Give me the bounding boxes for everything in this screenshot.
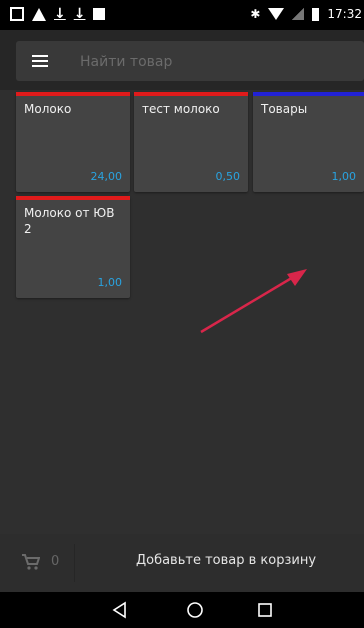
product-price: 24,00 [90,170,123,183]
product-name: тест молоко [142,102,220,116]
cart-hint: Добавьте товар в корзину [135,553,317,568]
product-price: 0,50 [215,170,241,183]
search-area [0,30,364,90]
product-color-bar [16,92,130,96]
arrow-head [287,269,307,286]
search-input[interactable] [78,51,352,73]
battery-icon [312,7,320,21]
product-color-bar [253,92,364,96]
annotation-arrow [200,269,307,334]
status-left: ↓ ↓ [10,6,106,22]
divider [74,544,75,582]
back-icon[interactable] [110,600,130,620]
menu-icon[interactable] [32,55,48,67]
arrow-shaft [200,274,296,334]
search-box [16,41,364,81]
download-icon: ↓ [73,6,86,22]
cart-bar[interactable]: 0 Добавьте товар в корзину [0,534,364,592]
signal-icon [292,8,305,20]
product-price: 1,00 [97,276,123,289]
product-name: Товары [261,102,308,116]
product-tile[interactable]: Молоко от ЮВ 2 1,00 [16,196,130,298]
square-icon [93,8,106,20]
status-time: 17:32 [327,7,362,21]
product-tile[interactable]: Товары 1,00 [253,92,364,192]
product-color-bar [134,92,248,96]
bluetooth-icon: ✱ [250,7,261,21]
status-right: ✱ 17:32 [250,7,362,21]
recent-apps-icon[interactable] [255,600,275,620]
cart-count: 0 [51,554,60,569]
warning-icon [32,7,46,21]
product-price: 1,00 [331,170,357,183]
wifi-icon [268,8,285,20]
cart-icon[interactable] [22,554,40,570]
product-name: Молоко [24,102,72,116]
product-tile[interactable]: Молоко 24,00 [16,92,130,192]
download-icon: ↓ [54,6,66,22]
navigation-bar [0,592,364,628]
status-bar: ↓ ↓ ✱ 17:32 [0,0,364,30]
home-icon[interactable] [185,600,205,620]
product-tile[interactable]: тест молоко 0,50 [134,92,248,192]
product-name: Молоко от ЮВ 2 [24,206,115,236]
product-color-bar [16,196,130,200]
gallery-icon [10,7,24,21]
product-grid: Молоко 24,00 тест молоко 0,50 Товары 1,0… [0,90,364,612]
